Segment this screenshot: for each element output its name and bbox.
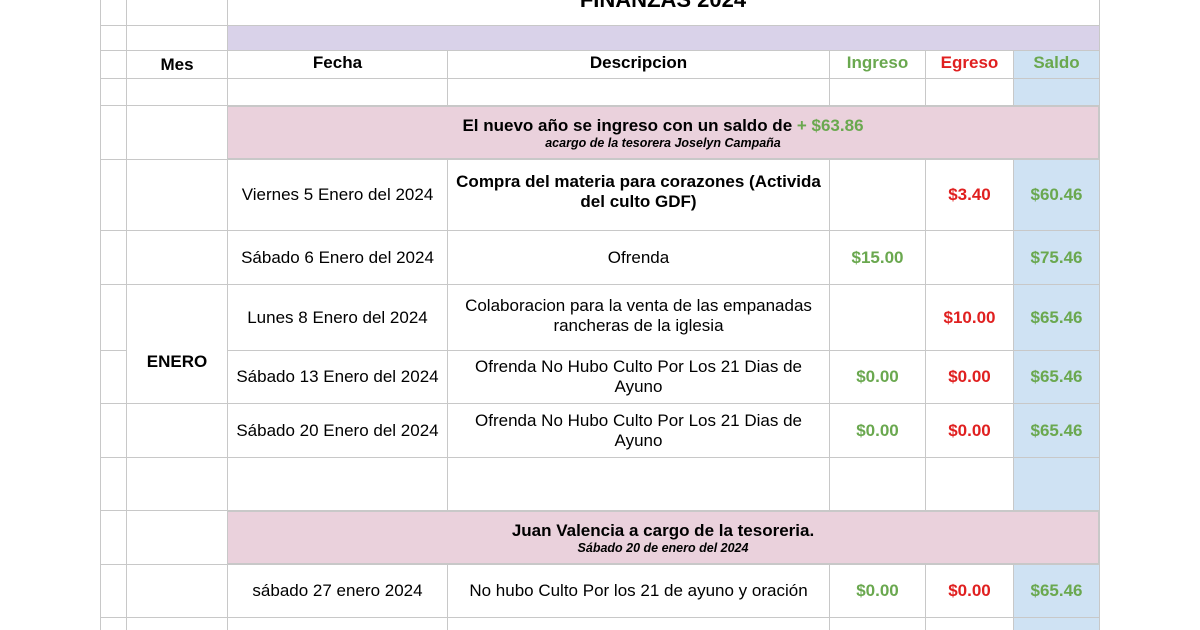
header-ingreso: Ingreso (846, 53, 909, 72)
row6-ingreso: $0.00 (856, 581, 899, 600)
header-mes: Mes (160, 54, 194, 74)
row6-descripcion: No hubo Culto Por los 21 de ayuno y orac… (469, 581, 808, 600)
treasurer-change-subtitle: Sábado 20 de enero del 2024 (577, 540, 749, 555)
header-fecha: Fecha (312, 53, 363, 72)
header-saldo: Saldo (1033, 53, 1080, 72)
row1-descripcion: Compra del materia para corazones (Activ… (456, 172, 821, 211)
header-band (227, 26, 1099, 50)
opening-balance-subtitle: acargo de la tesorera Joselyn Campaña (545, 135, 781, 150)
row3-descripcion: Colaboracion para la venta de las empana… (465, 295, 812, 335)
row2-descripcion: Ofrenda (607, 247, 670, 267)
row3-ingreso (830, 285, 925, 350)
row6-fecha: sábado 27 enero 2024 (252, 581, 423, 600)
row1-fecha: Viernes 5 Enero del 2024 (241, 185, 434, 204)
row5-fecha: Sábado 20 Enero del 2024 (236, 420, 439, 440)
header-descripcion: Descripcion (589, 53, 688, 72)
row5-saldo: $65.46 (1030, 420, 1083, 440)
row3-fecha: Lunes 8 Enero del 2024 (247, 307, 428, 327)
row6-egreso: $0.00 (948, 581, 991, 600)
header-egreso: Egreso (940, 53, 999, 72)
row4-fecha: Sábado 13 Enero del 2024 (236, 367, 439, 386)
row2-fecha: Sábado 6 Enero del 2024 (241, 247, 434, 267)
row5-ingreso: $0.00 (856, 420, 899, 440)
row1-egreso: $3.40 (948, 185, 991, 204)
row1-ingreso (830, 160, 925, 230)
opening-balance-text: El nuevo año se ingreso con un saldo de … (462, 115, 864, 135)
row3-egreso: $10.00 (943, 307, 996, 327)
row4-egreso: $0.00 (948, 367, 991, 386)
row4-saldo: $65.46 (1030, 367, 1083, 386)
row5-egreso: $0.00 (948, 420, 991, 440)
row1-saldo: $60.46 (1030, 185, 1083, 204)
row4-ingreso: $0.00 (856, 367, 899, 386)
month-label: ENERO (127, 350, 227, 374)
sheet-title: FINANZAS 2024 (228, 0, 1098, 12)
row4-descripcion: Ofrenda No Hubo Culto Por Los 21 Dias de… (475, 357, 802, 396)
row3-saldo: $65.46 (1030, 307, 1083, 327)
row5-descripcion: Ofrenda No Hubo Culto Por Los 21 Dias de… (475, 410, 802, 450)
row6-saldo: $65.46 (1030, 581, 1083, 600)
row2-egreso (926, 231, 1013, 284)
row2-saldo: $75.46 (1030, 247, 1083, 267)
opening-balance-banner: El nuevo año se ingreso con un saldo de … (227, 106, 1099, 159)
treasurer-change-banner: Juan Valencia a cargo de la tesoreria. S… (227, 511, 1099, 564)
row2-ingreso: $15.00 (851, 247, 904, 267)
opening-balance-amount: + $63.86 (796, 115, 864, 135)
treasurer-change-text: Juan Valencia a cargo de la tesoreria. (511, 520, 815, 540)
